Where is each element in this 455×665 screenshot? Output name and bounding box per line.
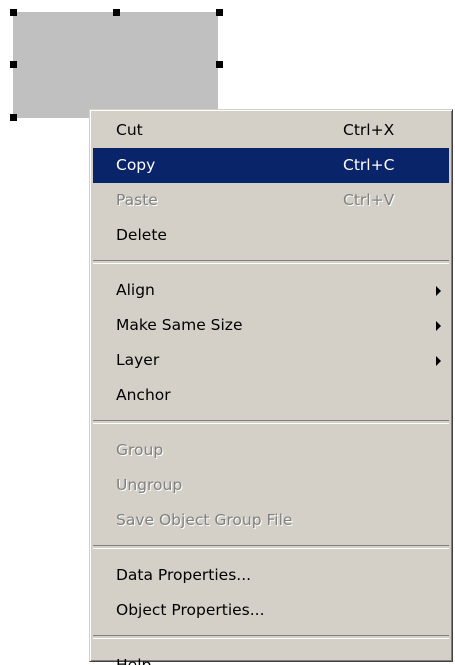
menu-separator: [93, 260, 449, 264]
menu-item-paste: Paste Ctrl+V: [93, 183, 449, 218]
menu-item-copy[interactable]: Copy Ctrl+C: [93, 148, 449, 183]
menu-separator: [93, 420, 449, 424]
menu-item-delete[interactable]: Delete: [93, 218, 449, 253]
submenu-arrow-icon: [436, 286, 441, 296]
menu-item-label: Make Same Size: [116, 316, 243, 334]
menu-item-label: Delete: [116, 226, 167, 244]
menu-item-label: Cut: [116, 121, 143, 139]
menu-item-help[interactable]: Help: [93, 648, 449, 665]
menu-item-label: Align: [116, 281, 155, 299]
menu-item-cut[interactable]: Cut Ctrl+X: [93, 113, 449, 148]
menu-item-label: Object Properties...: [116, 601, 265, 619]
submenu-arrow-icon: [436, 356, 441, 366]
menu-item-shortcut: Ctrl+X: [343, 121, 395, 139]
menu-item-data-properties[interactable]: Data Properties...: [93, 558, 449, 593]
menu-item-anchor[interactable]: Anchor: [93, 378, 449, 413]
resize-handle-top-right[interactable]: [216, 9, 223, 16]
menu-item-layer[interactable]: Layer: [93, 343, 449, 378]
menu-item-object-properties[interactable]: Object Properties...: [93, 593, 449, 628]
resize-handle-middle-right[interactable]: [216, 61, 223, 68]
menu-item-label: Layer: [116, 351, 160, 369]
selected-object[interactable]: [13, 12, 218, 118]
menu-item-label: Paste: [116, 191, 158, 209]
menu-item-label: Data Properties...: [116, 566, 252, 584]
menu-item-label: Copy: [116, 156, 156, 174]
resize-handle-bottom-left[interactable]: [10, 114, 17, 121]
menu-item-ungroup: Ungroup: [93, 468, 449, 503]
menu-item-align[interactable]: Align: [93, 273, 449, 308]
menu-item-shortcut: Ctrl+V: [343, 191, 395, 209]
menu-item-group: Group: [93, 433, 449, 468]
design-canvas[interactable]: Cut Ctrl+X Copy Ctrl+C Paste Ctrl+V Dele…: [0, 0, 455, 665]
context-menu: Cut Ctrl+X Copy Ctrl+C Paste Ctrl+V Dele…: [89, 109, 453, 665]
menu-item-shortcut: Ctrl+C: [343, 156, 395, 174]
menu-item-label: Group: [116, 441, 164, 459]
menu-item-make-same-size[interactable]: Make Same Size: [93, 308, 449, 343]
resize-handle-top-center[interactable]: [113, 9, 120, 16]
menu-separator: [93, 635, 449, 639]
menu-item-label: Ungroup: [116, 476, 183, 494]
submenu-arrow-icon: [436, 321, 441, 331]
menu-item-label: Save Object Group File: [116, 511, 293, 529]
resize-handle-middle-left[interactable]: [10, 61, 17, 68]
menu-item-label: Help: [116, 656, 152, 665]
menu-item-save-object-group-file: Save Object Group File: [93, 503, 449, 538]
menu-separator: [93, 545, 449, 549]
resize-handle-top-left[interactable]: [10, 9, 17, 16]
menu-item-label: Anchor: [116, 386, 171, 404]
